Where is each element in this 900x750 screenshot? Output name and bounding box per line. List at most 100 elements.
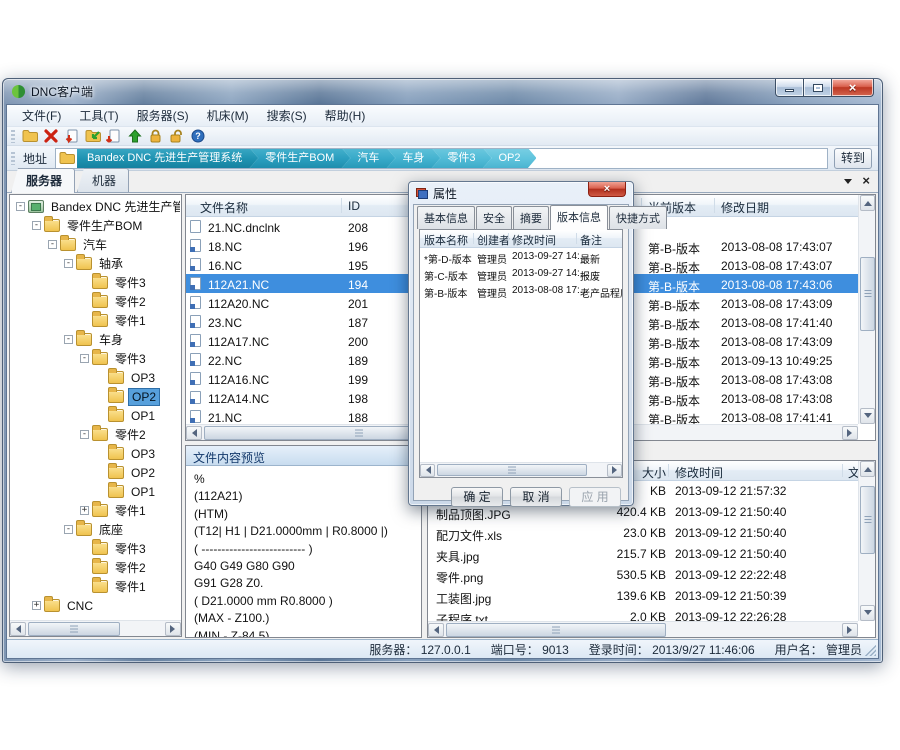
- tree-item[interactable]: 零件1: [11, 577, 180, 596]
- tree-item[interactable]: + CNC: [11, 596, 180, 615]
- column-header-modified[interactable]: 修改时间: [512, 232, 556, 248]
- tree-expander[interactable]: -: [32, 221, 41, 230]
- tree-expander[interactable]: -: [80, 354, 89, 363]
- dialog-button[interactable]: 取 消: [510, 487, 562, 507]
- version-row[interactable]: 第-C-版本 管理员 2013-09-27 14:... 报废: [420, 265, 622, 282]
- tree-item[interactable]: - 汽车: [11, 235, 180, 254]
- view-tab[interactable]: 机器: [77, 168, 129, 192]
- view-tab[interactable]: 服务器: [11, 168, 75, 193]
- menu-item[interactable]: 搜索(S): [258, 104, 316, 127]
- breadcrumb-segment[interactable]: Bandex DNC 先进生产管理系统: [77, 148, 258, 169]
- dialog-tab[interactable]: 安全: [476, 206, 512, 229]
- unlock-icon[interactable]: [166, 128, 187, 145]
- menu-item[interactable]: 机床(M): [198, 104, 258, 127]
- tree-expander[interactable]: -: [16, 202, 25, 211]
- resize-grip[interactable]: [865, 645, 876, 656]
- close-pane-icon[interactable]: ×: [862, 174, 870, 188]
- related-hscrollbar[interactable]: [428, 621, 858, 637]
- scroll-right-arrow[interactable]: [842, 623, 858, 637]
- close-button[interactable]: ×: [831, 79, 874, 97]
- dialog-close-button[interactable]: ×: [588, 182, 626, 197]
- scroll-left-arrow[interactable]: [10, 622, 26, 636]
- send-up-icon[interactable]: [124, 128, 145, 145]
- scroll-right-arrow[interactable]: [607, 464, 622, 477]
- tree-item[interactable]: + 零件1: [11, 501, 180, 520]
- column-header-creator[interactable]: 创建者: [477, 232, 510, 248]
- minimize-button[interactable]: [775, 79, 804, 97]
- related-file-row[interactable]: 配刀文件.xls 23.0 KB 2013-09-12 21:50:40: [428, 523, 858, 544]
- menu-item[interactable]: 帮助(H): [316, 104, 375, 127]
- scroll-down-arrow[interactable]: [860, 408, 875, 424]
- tree-expander[interactable]: +: [80, 506, 89, 515]
- tree-item[interactable]: - 零件3: [11, 349, 180, 368]
- tree-expander[interactable]: -: [64, 525, 73, 534]
- related-file-row[interactable]: 子程序.txt 2.0 KB 2013-09-12 22:26:28: [428, 607, 858, 621]
- dialog-tab[interactable]: 摘要: [513, 206, 549, 229]
- tree-hscrollbar[interactable]: [10, 620, 181, 636]
- tree-item[interactable]: OP2: [11, 463, 180, 482]
- scroll-up-arrow[interactable]: [860, 461, 875, 477]
- check-in-file-icon[interactable]: [61, 128, 82, 145]
- tree-item[interactable]: 零件3: [11, 539, 180, 558]
- go-button[interactable]: 转到: [834, 148, 872, 169]
- file-list-vscrollbar[interactable]: [858, 195, 875, 424]
- scroll-left-arrow[interactable]: [420, 464, 435, 477]
- dialog-button[interactable]: 应 用: [569, 487, 621, 507]
- version-list-hscrollbar[interactable]: [420, 462, 622, 477]
- breadcrumb-segment[interactable]: 零件3: [431, 148, 491, 169]
- scroll-left-arrow[interactable]: [428, 623, 444, 637]
- help-icon[interactable]: ?: [187, 128, 208, 145]
- tree-item[interactable]: OP1: [11, 406, 180, 425]
- breadcrumb-segment[interactable]: 零件生产BOM: [249, 148, 350, 169]
- scroll-thumb[interactable]: [446, 623, 666, 637]
- tree-expander[interactable]: -: [64, 259, 73, 268]
- import-folder-icon[interactable]: [82, 128, 103, 145]
- scroll-thumb[interactable]: [28, 622, 120, 636]
- tree-expander[interactable]: -: [80, 430, 89, 439]
- dialog-tab[interactable]: 基本信息: [417, 206, 475, 229]
- tree-expander[interactable]: -: [48, 240, 57, 249]
- version-row[interactable]: *第-D-版本 管理员 2013-09-27 14:... 最新: [420, 248, 622, 265]
- version-row[interactable]: 第-B-版本 管理员 2013-08-08 17:... 老产品程序: [420, 282, 622, 299]
- menu-item[interactable]: 工具(T): [70, 104, 127, 127]
- tree-item[interactable]: OP3: [11, 368, 180, 387]
- related-file-row[interactable]: 零件.png 530.5 KB 2013-09-12 22:22:48: [428, 565, 858, 586]
- tree-item[interactable]: - 零件2: [11, 425, 180, 444]
- related-file-row[interactable]: 工装图.jpg 139.6 KB 2013-09-12 21:50:39: [428, 586, 858, 607]
- column-header-time[interactable]: 修改时间: [675, 464, 723, 481]
- new-folder-icon[interactable]: [19, 128, 40, 145]
- scroll-right-arrow[interactable]: [165, 622, 181, 636]
- delete-icon[interactable]: [40, 128, 61, 145]
- check-out-file-icon[interactable]: [103, 128, 124, 145]
- related-file-row[interactable]: 夹具.jpg 215.7 KB 2013-09-12 21:50:40: [428, 544, 858, 565]
- dialog-button[interactable]: 确 定: [451, 487, 503, 507]
- column-header-version-name[interactable]: 版本名称: [424, 232, 468, 248]
- tree-item[interactable]: - 车身: [11, 330, 180, 349]
- tree-item[interactable]: 零件3: [11, 273, 180, 292]
- scroll-thumb[interactable]: [437, 464, 587, 476]
- column-header-remark[interactable]: 备注: [580, 232, 602, 248]
- pin-chevron-icon[interactable]: [844, 179, 852, 188]
- tree-item[interactable]: - 底座: [11, 520, 180, 539]
- column-header-date[interactable]: 修改日期: [721, 199, 769, 216]
- related-vscrollbar[interactable]: [858, 461, 875, 621]
- tree-expander[interactable]: +: [32, 601, 41, 610]
- tree-item[interactable]: OP3: [11, 444, 180, 463]
- tree-item[interactable]: - 零件生产BOM: [11, 216, 180, 235]
- tree-item[interactable]: 零件1: [11, 311, 180, 330]
- tree-expander[interactable]: -: [64, 335, 73, 344]
- menu-item[interactable]: 服务器(S): [128, 104, 198, 127]
- menu-item[interactable]: 文件(F): [13, 104, 70, 127]
- tree-item[interactable]: 零件2: [11, 558, 180, 577]
- tree-item[interactable]: 零件2: [11, 292, 180, 311]
- scroll-left-arrow[interactable]: [186, 426, 202, 440]
- toolbar-grip[interactable]: [11, 130, 15, 143]
- tree-item[interactable]: - Bandex DNC 先进生产管理系统: [11, 197, 180, 216]
- dialog-tab[interactable]: 版本信息: [550, 205, 608, 230]
- tree-item[interactable]: OP1: [11, 482, 180, 501]
- lock-icon[interactable]: [145, 128, 166, 145]
- scroll-down-arrow[interactable]: [860, 605, 875, 621]
- tree-item[interactable]: OP2: [11, 387, 180, 406]
- column-header-id[interactable]: ID: [348, 199, 360, 213]
- dialog-tab[interactable]: 快捷方式: [609, 206, 667, 229]
